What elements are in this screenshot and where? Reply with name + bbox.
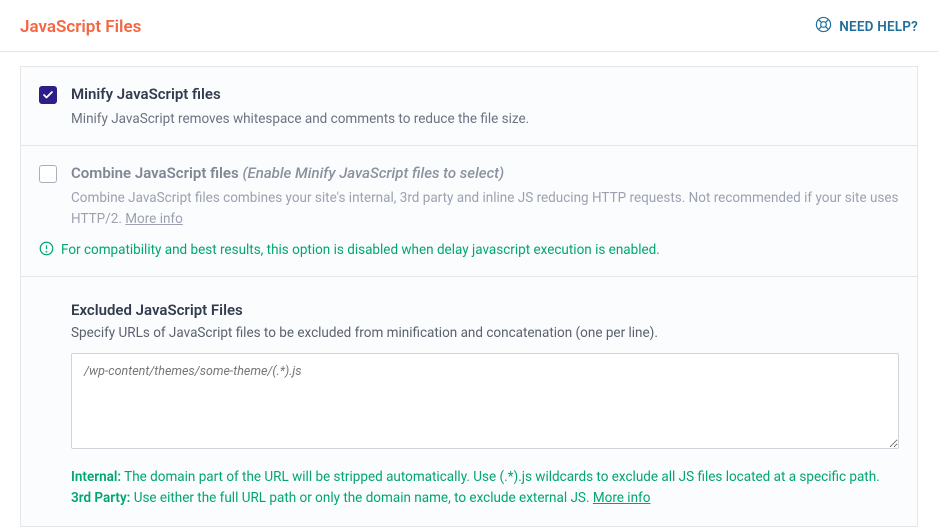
hint-internal-label: Internal: <box>71 469 121 485</box>
alert-circle-icon <box>39 241 54 260</box>
hint-third-text: Use either the full URL path or only the… <box>130 490 593 506</box>
combine-desc-text: Combine JavaScript files combines your s… <box>71 190 899 226</box>
lifebuoy-icon <box>815 16 832 37</box>
help-link[interactable]: NEED HELP? <box>815 16 918 37</box>
combine-enable-hint: (Enable Minify JavaScript files to selec… <box>242 164 504 182</box>
hint-more-info-link[interactable]: More info <box>593 490 651 506</box>
combine-desc: Combine JavaScript files combines your s… <box>71 188 899 229</box>
page-title: JavaScript Files <box>20 17 141 37</box>
hint-thirdparty: 3rd Party: Use either the full URL path … <box>71 488 899 510</box>
hint-internal: Internal: The domain part of the URL wil… <box>71 467 899 489</box>
panel-header: JavaScript Files NEED HELP? <box>0 0 938 52</box>
excluded-title: Excluded JavaScript Files <box>71 301 899 319</box>
hint-third-label: 3rd Party: <box>71 490 130 506</box>
hints-block: Internal: The domain part of the URL wil… <box>71 467 899 510</box>
combine-title-text: Combine JavaScript files <box>71 164 239 182</box>
minify-checkbox[interactable] <box>39 86 57 104</box>
combine-more-info-link[interactable]: More info <box>125 211 183 227</box>
compatibility-notice: For compatibility and best results, this… <box>21 241 917 277</box>
excluded-desc: Specify URLs of JavaScript files to be e… <box>71 325 899 341</box>
minify-content: Minify JavaScript files Minify JavaScrip… <box>71 85 899 129</box>
minify-title: Minify JavaScript files <box>71 85 899 103</box>
option-combine: Combine JavaScript files (Enable Minify … <box>21 146 917 245</box>
combine-checkbox[interactable] <box>39 165 57 183</box>
excluded-section: Excluded JavaScript Files Specify URLs o… <box>21 277 917 526</box>
hint-internal-text: The domain part of the URL will be strip… <box>121 469 880 485</box>
combine-content: Combine JavaScript files (Enable Minify … <box>71 164 899 229</box>
excluded-input[interactable] <box>71 353 899 449</box>
check-icon <box>42 89 54 101</box>
option-minify: Minify JavaScript files Minify JavaScrip… <box>21 67 917 146</box>
combine-title: Combine JavaScript files (Enable Minify … <box>71 164 899 182</box>
notice-text: For compatibility and best results, this… <box>61 242 660 258</box>
minify-desc: Minify JavaScript removes whitespace and… <box>71 109 899 129</box>
help-link-label: NEED HELP? <box>839 19 918 35</box>
settings-panel: Minify JavaScript files Minify JavaScrip… <box>20 66 918 527</box>
